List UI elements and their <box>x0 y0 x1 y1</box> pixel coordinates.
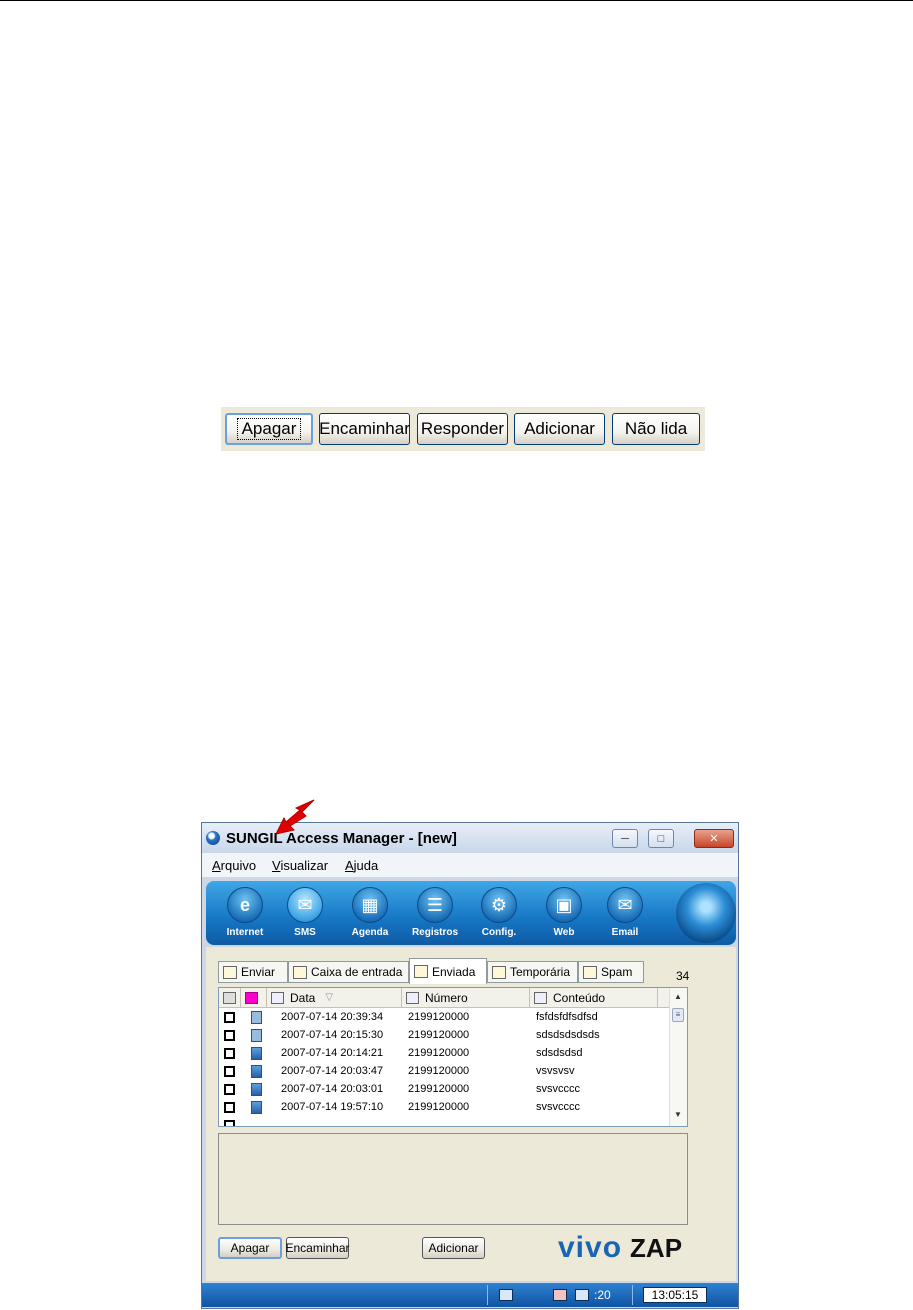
envelope-icon <box>575 1289 589 1301</box>
page-top-rule <box>0 0 913 1</box>
unread-count: :20 <box>594 1288 611 1302</box>
menu-bar: Arquivo Visualizar Ajuda <box>202 853 738 877</box>
save-column-icon[interactable] <box>241 988 267 1007</box>
menu-visualizar[interactable]: Visualizar <box>272 858 328 873</box>
nav-sms[interactable]: ✉ SMS <box>280 885 330 943</box>
address-book-icon: ▦ <box>352 887 388 923</box>
tab-caixa-de-entrada[interactable]: Caixa de entrada <box>288 961 409 983</box>
column-data[interactable]: Data ▽ <box>267 988 402 1007</box>
draft-icon <box>492 965 506 979</box>
apagar-button[interactable]: Apagar <box>218 1237 282 1259</box>
sms-panel: Enviar Caixa de entrada Enviada Temporár… <box>206 947 736 1281</box>
envelope-icon: ✉ <box>287 887 323 923</box>
row-checkbox[interactable] <box>224 1066 235 1077</box>
network-status-icon <box>553 1289 567 1301</box>
phone-icon <box>406 991 419 1004</box>
internet-explorer-icon: e <box>227 887 263 923</box>
clock: 13:05:15 <box>643 1287 707 1303</box>
spam-icon <box>583 965 597 979</box>
row-checkbox[interactable] <box>224 1102 235 1113</box>
computer-icon <box>251 1065 262 1078</box>
minimize-icon[interactable]: ─ <box>612 829 638 848</box>
adicionar-button[interactable]: Adicionar <box>422 1237 485 1259</box>
nav-email[interactable]: ✉ Email <box>600 885 650 943</box>
list-scrollbar[interactable]: ▲ ≡ ▼ <box>669 988 687 1126</box>
zoomed-apagar-button[interactable]: Apagar <box>225 413 313 445</box>
status-divider <box>632 1285 633 1305</box>
compose-icon <box>223 965 237 979</box>
nav-web[interactable]: ▣ Web <box>539 885 589 943</box>
sent-folder-icon <box>414 965 428 978</box>
content-icon <box>534 991 547 1004</box>
sort-desc-icon: ▽ <box>325 992 334 1003</box>
menu-ajuda[interactable]: Ajuda <box>345 858 378 873</box>
computer-icon <box>251 1047 262 1060</box>
tab-enviada[interactable]: Enviada <box>409 958 487 984</box>
computer-icon <box>251 1101 262 1114</box>
select-all-checkbox[interactable] <box>219 988 241 1007</box>
tab-spam[interactable]: Spam <box>578 961 644 983</box>
computer-icon <box>251 1083 262 1096</box>
nav-registros[interactable]: ☰ Registros <box>410 885 460 943</box>
inbox-icon <box>293 965 307 979</box>
row-checkbox[interactable] <box>224 1030 235 1041</box>
phone-icon <box>251 1011 262 1024</box>
table-row[interactable]: 2007-07-14 19:57:10 2199120000 svsvcccc <box>219 1099 671 1117</box>
signal-strength-icon <box>499 1289 513 1301</box>
message-preview[interactable] <box>218 1133 688 1225</box>
orb-decoration-icon <box>676 883 736 943</box>
gear-icon: ⚙ <box>481 887 517 923</box>
vivo-zap-logo: vivo ZAP <box>558 1231 683 1264</box>
red-arrow-icon <box>275 799 315 835</box>
message-count: 34 <box>676 969 690 983</box>
close-icon[interactable]: ✕ <box>694 829 734 848</box>
row-checkbox[interactable] <box>224 1048 235 1059</box>
scroll-thumb[interactable]: ≡ <box>672 1008 684 1022</box>
zoomed-nao-lida-button[interactable]: Não lida <box>612 413 700 445</box>
encaminhar-button[interactable]: Encaminhar <box>285 1237 350 1259</box>
table-row[interactable]: 2007-07-14 20:14:21 2199120000 sdsdsdsd <box>219 1045 671 1063</box>
message-list[interactable]: Data ▽ Número Conteúdo 2007-07-14 20:39:3… <box>218 987 688 1127</box>
table-row[interactable]: 2007-07-14 20:03:47 2199120000 vsvsvsv <box>219 1063 671 1081</box>
nav-internet[interactable]: e Internet <box>220 885 270 943</box>
log-list-icon: ☰ <box>417 887 453 923</box>
main-nav-bar: e Internet ✉ SMS ▦ Agenda ☰ Registros ⚙ … <box>206 881 736 945</box>
status-divider <box>487 1285 488 1305</box>
app-window: SUNGIL Access Manager - [new] ─ □ ✕ Arqu… <box>201 822 739 1309</box>
window-title: SUNGIL Access Manager - [new] <box>226 830 457 847</box>
zoomed-encaminhar-button[interactable]: Encaminhar <box>319 413 410 445</box>
zoomed-adicionar-button[interactable]: Adicionar <box>514 413 605 445</box>
nav-agenda[interactable]: ▦ Agenda <box>345 885 395 943</box>
table-row-partial[interactable] <box>219 1117 671 1126</box>
menu-arquivo[interactable]: Arquivo <box>212 858 256 873</box>
zoomed-responder-button[interactable]: Responder <box>417 413 508 445</box>
row-checkbox[interactable] <box>224 1012 235 1023</box>
column-conteudo[interactable]: Conteúdo <box>530 988 658 1007</box>
email-icon: ✉ <box>607 887 643 923</box>
nav-config[interactable]: ⚙ Config. <box>474 885 524 943</box>
column-numero[interactable]: Número <box>402 988 530 1007</box>
table-row[interactable]: 2007-07-14 20:39:34 2199120000 fsfdsfdfs… <box>219 1009 671 1027</box>
row-checkbox[interactable] <box>224 1120 235 1126</box>
browser-window-icon: ▣ <box>546 887 582 923</box>
phone-icon <box>251 1029 262 1042</box>
table-row[interactable]: 2007-07-14 20:15:30 2199120000 sdsdsdsds… <box>219 1027 671 1045</box>
status-bar: :20 13:05:15 <box>202 1283 738 1307</box>
table-row[interactable]: 2007-07-14 20:03:01 2199120000 svsvcccc <box>219 1081 671 1099</box>
zoomed-button-bar: Apagar Encaminhar Responder Adicionar Nã… <box>221 407 705 451</box>
maximize-icon[interactable]: □ <box>648 829 674 848</box>
list-header: Data ▽ Número Conteúdo <box>219 988 671 1008</box>
app-logo-icon <box>206 831 220 845</box>
tab-temporaria[interactable]: Temporária <box>487 961 578 983</box>
scroll-down-icon[interactable]: ▼ <box>674 1110 682 1119</box>
row-checkbox[interactable] <box>224 1084 235 1095</box>
scroll-up-icon[interactable]: ▲ <box>674 992 682 1001</box>
tab-enviar[interactable]: Enviar <box>218 961 288 983</box>
calendar-icon <box>271 991 284 1004</box>
